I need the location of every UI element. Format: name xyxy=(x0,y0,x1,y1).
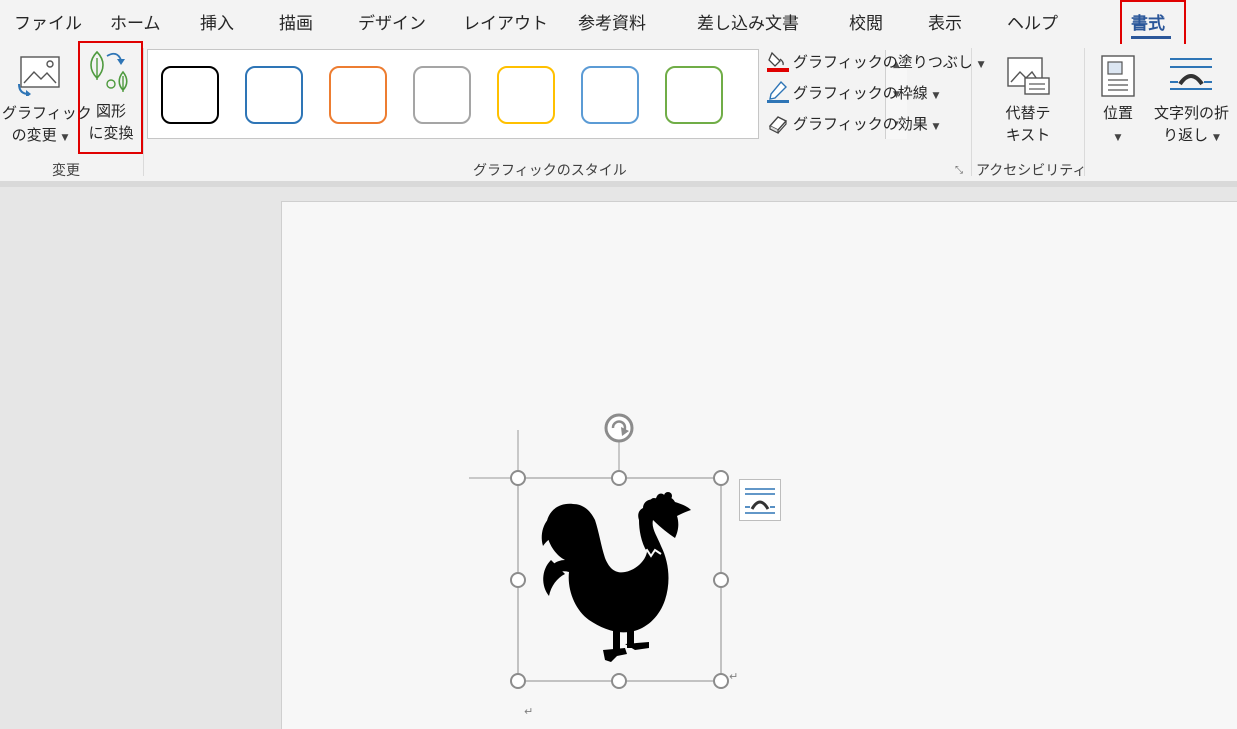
layout-options-icon xyxy=(745,488,775,514)
chevron-down-icon: ▼ xyxy=(932,91,940,101)
position-label: 位置 xyxy=(1102,104,1133,122)
styles-group-label: グラフィックのスタイル xyxy=(473,163,627,179)
tab-mailings[interactable]: 差し込み文書 xyxy=(697,9,799,34)
tab-review[interactable]: 校閲 xyxy=(849,9,883,34)
style-swatch[interactable] xyxy=(161,66,219,124)
change-graphic-label-2: の変更 xyxy=(11,126,57,144)
chevron-down-icon: ▼ xyxy=(1114,133,1122,143)
wrap-text-button[interactable]: 文字列の折 り返し ▼ xyxy=(1146,50,1237,150)
rooster-icon[interactable] xyxy=(541,492,691,662)
change-group-label: 変更 xyxy=(52,163,80,179)
layout-options-button[interactable] xyxy=(739,479,781,521)
wrap-text-icon xyxy=(1170,58,1212,90)
tab-draw[interactable]: 描画 xyxy=(279,9,313,34)
graphic-effects-label: グラフィックの効果 xyxy=(793,115,928,133)
ribbon-tab-bar: ファイル ホーム 挿入 描画 デザイン レイアウト 参考資料 差し込み文書 校閲… xyxy=(0,0,1237,46)
style-swatch[interactable] xyxy=(413,66,471,124)
paragraph-mark: ↵ xyxy=(729,670,739,683)
tab-file[interactable]: ファイル xyxy=(14,9,82,34)
graphic-fill-button[interactable]: グラフィックの塗りつぶし ▼ xyxy=(766,49,985,73)
tab-view[interactable]: 表示 xyxy=(928,9,962,34)
pen-outline-icon xyxy=(767,80,789,103)
graphic-outline-button[interactable]: グラフィックの枠線 ▼ xyxy=(766,80,966,104)
chevron-down-icon: ▼ xyxy=(1212,133,1220,143)
tab-references[interactable]: 参考資料 xyxy=(578,9,646,34)
effects-eraser-icon xyxy=(768,116,788,134)
tab-design[interactable]: デザイン xyxy=(358,9,426,34)
style-swatch[interactable] xyxy=(497,66,555,124)
position-icon xyxy=(1101,55,1135,97)
paint-bucket-icon xyxy=(767,51,789,72)
style-swatch[interactable] xyxy=(245,66,303,124)
tab-home[interactable]: ホーム xyxy=(110,9,161,34)
graphic-fill-label: グラフィックの塗りつぶし xyxy=(793,53,973,71)
style-swatch[interactable] xyxy=(665,66,723,124)
dialog-launcher-icon[interactable]: ⤡ xyxy=(955,165,963,176)
ribbon: グラフィック の変更 ▼ 図形 に変換 変更 ▲ ▼ ▾ グラフィックの塗りつぶ… xyxy=(0,41,1237,182)
group-separator xyxy=(1084,48,1085,176)
wrap-text-label-2: り返し xyxy=(1163,126,1209,144)
change-graphic-icon xyxy=(18,56,60,96)
group-separator xyxy=(143,48,144,176)
accessibility-group-label: アクセシビリティ xyxy=(976,163,1087,179)
position-button[interactable]: 位置 ▼ xyxy=(1094,50,1142,150)
rotate-handle-icon[interactable] xyxy=(604,413,634,443)
style-swatch[interactable] xyxy=(329,66,387,124)
alt-text-button[interactable]: 代替テ キスト xyxy=(994,50,1062,150)
change-graphic-button[interactable]: グラフィック の変更 ▼ xyxy=(2,50,92,150)
chevron-down-icon: ▼ xyxy=(61,133,69,143)
chevron-down-icon: ▼ xyxy=(932,122,940,132)
paragraph-mark: ↵ xyxy=(524,705,534,718)
wrap-text-label-1: 文字列の折 xyxy=(1153,104,1229,122)
graphic-outline-label: グラフィックの枠線 xyxy=(793,84,928,102)
tab-layout[interactable]: レイアウト xyxy=(463,9,548,34)
alt-text-icon xyxy=(1007,57,1050,95)
ribbon-shadow xyxy=(0,181,1237,187)
graphic-effects-button[interactable]: グラフィックの効果 ▼ xyxy=(766,111,966,135)
tab-insert[interactable]: 挿入 xyxy=(200,9,234,34)
alt-text-label-1: 代替テ xyxy=(1005,104,1051,122)
format-tab-highlight xyxy=(1120,0,1186,46)
convert-shape-highlight xyxy=(78,41,143,154)
graphic-styles-gallery: ▲ ▼ ▾ xyxy=(147,49,907,139)
alt-text-label-2: キスト xyxy=(1005,126,1051,144)
tab-help[interactable]: ヘルプ xyxy=(1007,9,1058,34)
style-swatch[interactable] xyxy=(581,66,639,124)
graphic-selection[interactable] xyxy=(465,410,785,710)
chevron-down-icon: ▼ xyxy=(977,60,985,70)
group-separator xyxy=(971,48,972,176)
